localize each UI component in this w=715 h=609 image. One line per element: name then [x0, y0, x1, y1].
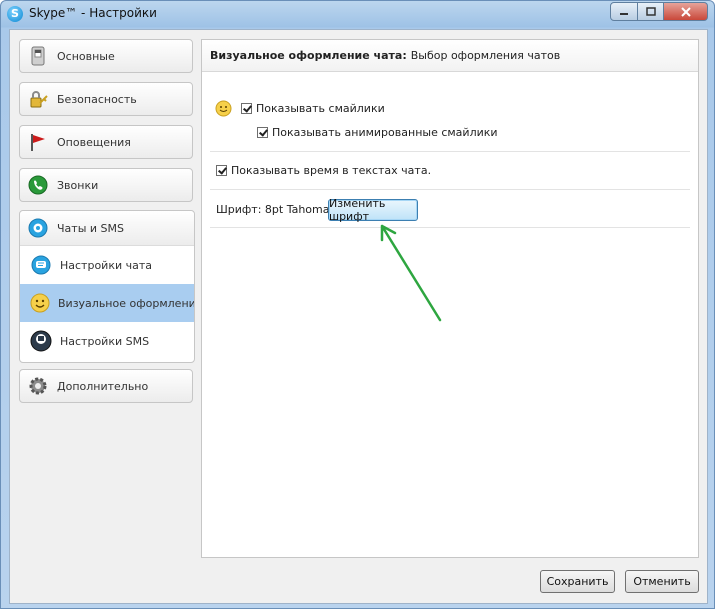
panel-header: Визуальное оформление чата: Выбор оформл…	[202, 40, 698, 72]
smiley-icon	[30, 292, 50, 314]
save-button[interactable]: Сохранить	[540, 570, 615, 593]
flag-icon	[27, 131, 49, 153]
sidebar-subitem-sms-settings[interactable]: Настройки SMS	[20, 322, 194, 360]
checkbox-checked[interactable]	[216, 165, 227, 176]
sidebar-item-label: Чаты и SMS	[57, 221, 124, 235]
sidebar-subitem-visual-style[interactable]: Визуальное оформление чата	[20, 284, 194, 322]
window-controls	[610, 2, 708, 21]
checkbox-checked[interactable]	[241, 103, 252, 114]
sidebar-item-label: Основные	[57, 49, 115, 63]
show-animated-smileys-checkbox[interactable]: Показывать анимированные смайлики	[257, 126, 498, 139]
settings-panel: Визуальное оформление чата: Выбор оформл…	[201, 39, 699, 558]
sidebar-item-label: Звонки	[57, 178, 99, 192]
client-area: Основные Безопасность Оповещения Звонки	[9, 29, 708, 604]
sidebar-item-notifications[interactable]: Оповещения	[19, 125, 193, 159]
settings-window: S Skype™ - Настройки Основные Безопаснос…	[0, 0, 715, 609]
phone-icon	[27, 174, 49, 196]
sidebar-item-label: Безопасность	[57, 92, 137, 106]
close-icon	[680, 6, 691, 17]
checkbox-label: Показывать смайлики	[256, 102, 385, 115]
sidebar-item-calls[interactable]: Звонки	[19, 168, 193, 202]
divider	[210, 227, 690, 228]
sms-phone-icon	[30, 330, 52, 352]
show-smileys-checkbox[interactable]: Показывать смайлики	[241, 102, 385, 115]
change-font-button[interactable]: Изменить шрифт	[328, 197, 418, 223]
checkbox-label: Показывать анимированные смайлики	[272, 126, 498, 139]
cancel-button[interactable]: Отменить	[625, 570, 699, 593]
close-button[interactable]	[664, 2, 708, 21]
sidebar-item-label: Оповещения	[57, 135, 131, 149]
divider	[210, 151, 690, 152]
title-bar[interactable]: S Skype™ - Настройки	[1, 1, 714, 27]
maximize-button[interactable]	[638, 2, 664, 21]
sidebar-item-chats-sms[interactable]: Чаты и SMS	[20, 211, 194, 246]
panel-header-subtitle: Выбор оформления чатов	[410, 49, 561, 62]
checkbox-label: Показывать время в текстах чата.	[231, 164, 432, 177]
smiley-preview-icon	[215, 100, 232, 120]
chat-settings-icon	[30, 254, 52, 276]
sidebar-subitem-label: Настройки чата	[60, 258, 153, 272]
checkbox-checked[interactable]	[257, 127, 268, 138]
sidebar-group-chats: Чаты и SMS Настройки чата Визуальное офо…	[19, 210, 195, 363]
minimize-button[interactable]	[610, 2, 638, 21]
show-time-checkbox[interactable]: Показывать время в текстах чата.	[216, 164, 431, 177]
gear-icon	[27, 375, 49, 397]
sidebar-item-security[interactable]: Безопасность	[19, 82, 193, 116]
divider	[210, 189, 690, 190]
sidebar-subitem-label: Настройки SMS	[60, 334, 150, 348]
window-title: Skype™ - Настройки	[29, 6, 157, 20]
minimize-icon	[620, 12, 628, 15]
lock-key-icon	[27, 88, 49, 110]
sidebar-item-advanced[interactable]: Дополнительно	[19, 369, 193, 403]
sidebar-subitem-chat-settings[interactable]: Настройки чата	[20, 246, 194, 284]
switch-icon	[27, 45, 49, 67]
font-label: Шрифт: 8pt Tahoma	[216, 203, 330, 216]
sidebar-item-label: Дополнительно	[57, 379, 149, 393]
sidebar-item-general[interactable]: Основные	[19, 39, 193, 73]
sidebar-subitem-label: Визуальное оформление чата	[58, 296, 194, 310]
maximize-icon	[645, 7, 656, 16]
skype-logo-icon: S	[7, 6, 23, 22]
panel-header-title: Визуальное оформление чата:	[210, 49, 407, 62]
chat-bubble-icon	[27, 217, 49, 239]
